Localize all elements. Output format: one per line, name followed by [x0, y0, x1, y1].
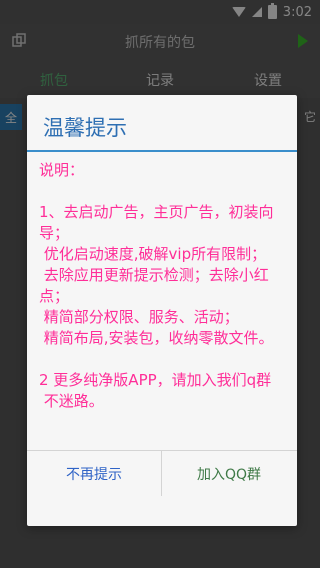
notice-dialog: 温馨提示 说明： 1、去启动广告，主页广告，初装向导； 优化启动速度,破解vip…	[27, 95, 297, 526]
dialog-divider	[27, 150, 297, 152]
join-qq-group-button[interactable]: 加入QQ群	[162, 451, 296, 496]
dialog-title: 温馨提示	[43, 116, 127, 140]
dialog-message: 说明： 1、去启动广告，主页广告，初装向导； 优化启动速度,破解vip所有限制；…	[39, 161, 274, 410]
dialog-button-row: 不再提示 加入QQ群	[27, 451, 297, 496]
dismiss-button[interactable]: 不再提示	[27, 451, 162, 496]
